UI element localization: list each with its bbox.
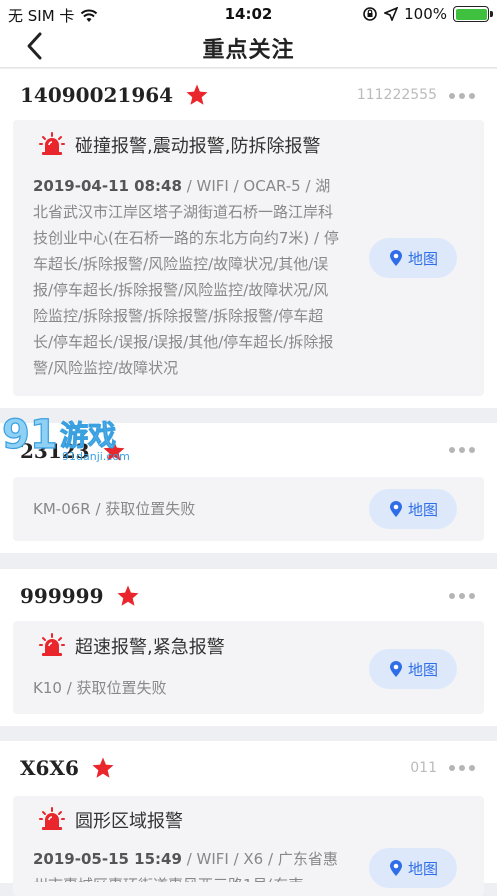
alarm-types: 超速报警,紧急报警 xyxy=(75,637,225,658)
watermark-text: 游戏 xyxy=(59,419,117,453)
detail-text: / WIFI / OCAR-5 / 湖北省武汉市江岸区塔子湖街道石桥一路江岸科技… xyxy=(33,177,339,377)
map-button[interactable]: 地图 xyxy=(369,649,457,689)
status-bar: 无 SIM 卡 14:02 100% xyxy=(0,0,497,28)
card-body: 超速报警,紧急报警 K10 / 获取位置失败 地图 xyxy=(13,621,484,714)
vehicle-detail: K10 / 获取位置失败 xyxy=(33,675,343,701)
alarm-types: 圆形区域报警 xyxy=(75,811,183,832)
more-icon[interactable] xyxy=(449,447,475,453)
map-button-label: 地图 xyxy=(407,500,438,519)
detail-text: K10 / 获取位置失败 xyxy=(33,679,167,697)
vehicle-detail: KM-06R / 获取位置失败 xyxy=(33,496,343,522)
map-pin-icon xyxy=(389,860,402,876)
star-icon[interactable] xyxy=(116,584,140,608)
map-button-label: 地图 xyxy=(407,660,438,679)
vehicle-card[interactable]: 999999 超速报警,紧急报警 K10 / 获取位置失败 地图 xyxy=(0,569,497,726)
more-icon[interactable] xyxy=(449,593,475,599)
alarm-siren-icon xyxy=(39,807,65,830)
vehicle-plate: X6X6 xyxy=(20,756,79,780)
map-button[interactable]: 地图 xyxy=(369,238,457,278)
alarm-datetime: 2019-05-15 15:49 xyxy=(33,850,182,868)
map-button[interactable]: 地图 xyxy=(369,848,457,888)
vehicle-card[interactable]: X6X6 011 圆形区域报警 2019-05-15 15:49 / WIFI … xyxy=(0,741,497,896)
alarm-siren-icon xyxy=(39,633,65,656)
alarm-types: 碰撞报警,震动报警,防拆除报警 xyxy=(75,136,321,157)
rotation-lock-icon xyxy=(363,7,377,21)
star-icon[interactable] xyxy=(185,83,209,107)
battery-icon xyxy=(453,6,493,22)
vehicle-detail: 2019-05-15 15:49 / WIFI / X6 / 广东省惠州市惠城区… xyxy=(33,846,343,882)
detail-text: KM-06R / 获取位置失败 xyxy=(33,500,196,518)
vehicle-detail: 2019-04-11 08:48 / WIFI / OCAR-5 / 湖北省武汉… xyxy=(33,173,343,381)
map-button[interactable]: 地图 xyxy=(369,489,457,529)
svg-text:91: 91 xyxy=(2,412,58,458)
map-pin-icon xyxy=(389,501,402,517)
device-code: 111222555 xyxy=(356,87,437,103)
map-pin-icon xyxy=(389,250,402,266)
alarm-datetime: 2019-04-11 08:48 xyxy=(33,177,182,195)
watermark-sub: 91danji.com xyxy=(62,450,130,463)
vehicle-plate: 14090021964 xyxy=(20,83,174,107)
star-icon[interactable] xyxy=(91,756,115,780)
map-button-label: 地图 xyxy=(407,249,438,268)
vehicle-card[interactable]: 14090021964 111222555 碰撞报警,震动报警,防拆除报警 20… xyxy=(0,69,497,408)
location-arrow-icon xyxy=(384,7,399,21)
alarm-siren-icon xyxy=(39,132,65,155)
map-pin-icon xyxy=(389,661,402,677)
device-code: 011 xyxy=(410,760,437,776)
battery-percent: 100% xyxy=(404,5,447,23)
vehicle-plate: 999999 xyxy=(20,584,104,608)
nav-bar: 重点关注 xyxy=(0,28,497,68)
more-icon[interactable] xyxy=(449,93,475,99)
map-button-label: 地图 xyxy=(407,859,438,878)
card-body: 碰撞报警,震动报警,防拆除报警 2019-04-11 08:48 / WIFI … xyxy=(13,120,484,396)
card-body: 圆形区域报警 2019-05-15 15:49 / WIFI / X6 / 广东… xyxy=(13,796,484,896)
more-icon[interactable] xyxy=(449,765,475,771)
page-title: 重点关注 xyxy=(202,38,295,63)
watermark-logo: 91 游戏 91danji.com xyxy=(0,408,150,468)
card-body: KM-06R / 获取位置失败 地图 xyxy=(13,477,484,541)
